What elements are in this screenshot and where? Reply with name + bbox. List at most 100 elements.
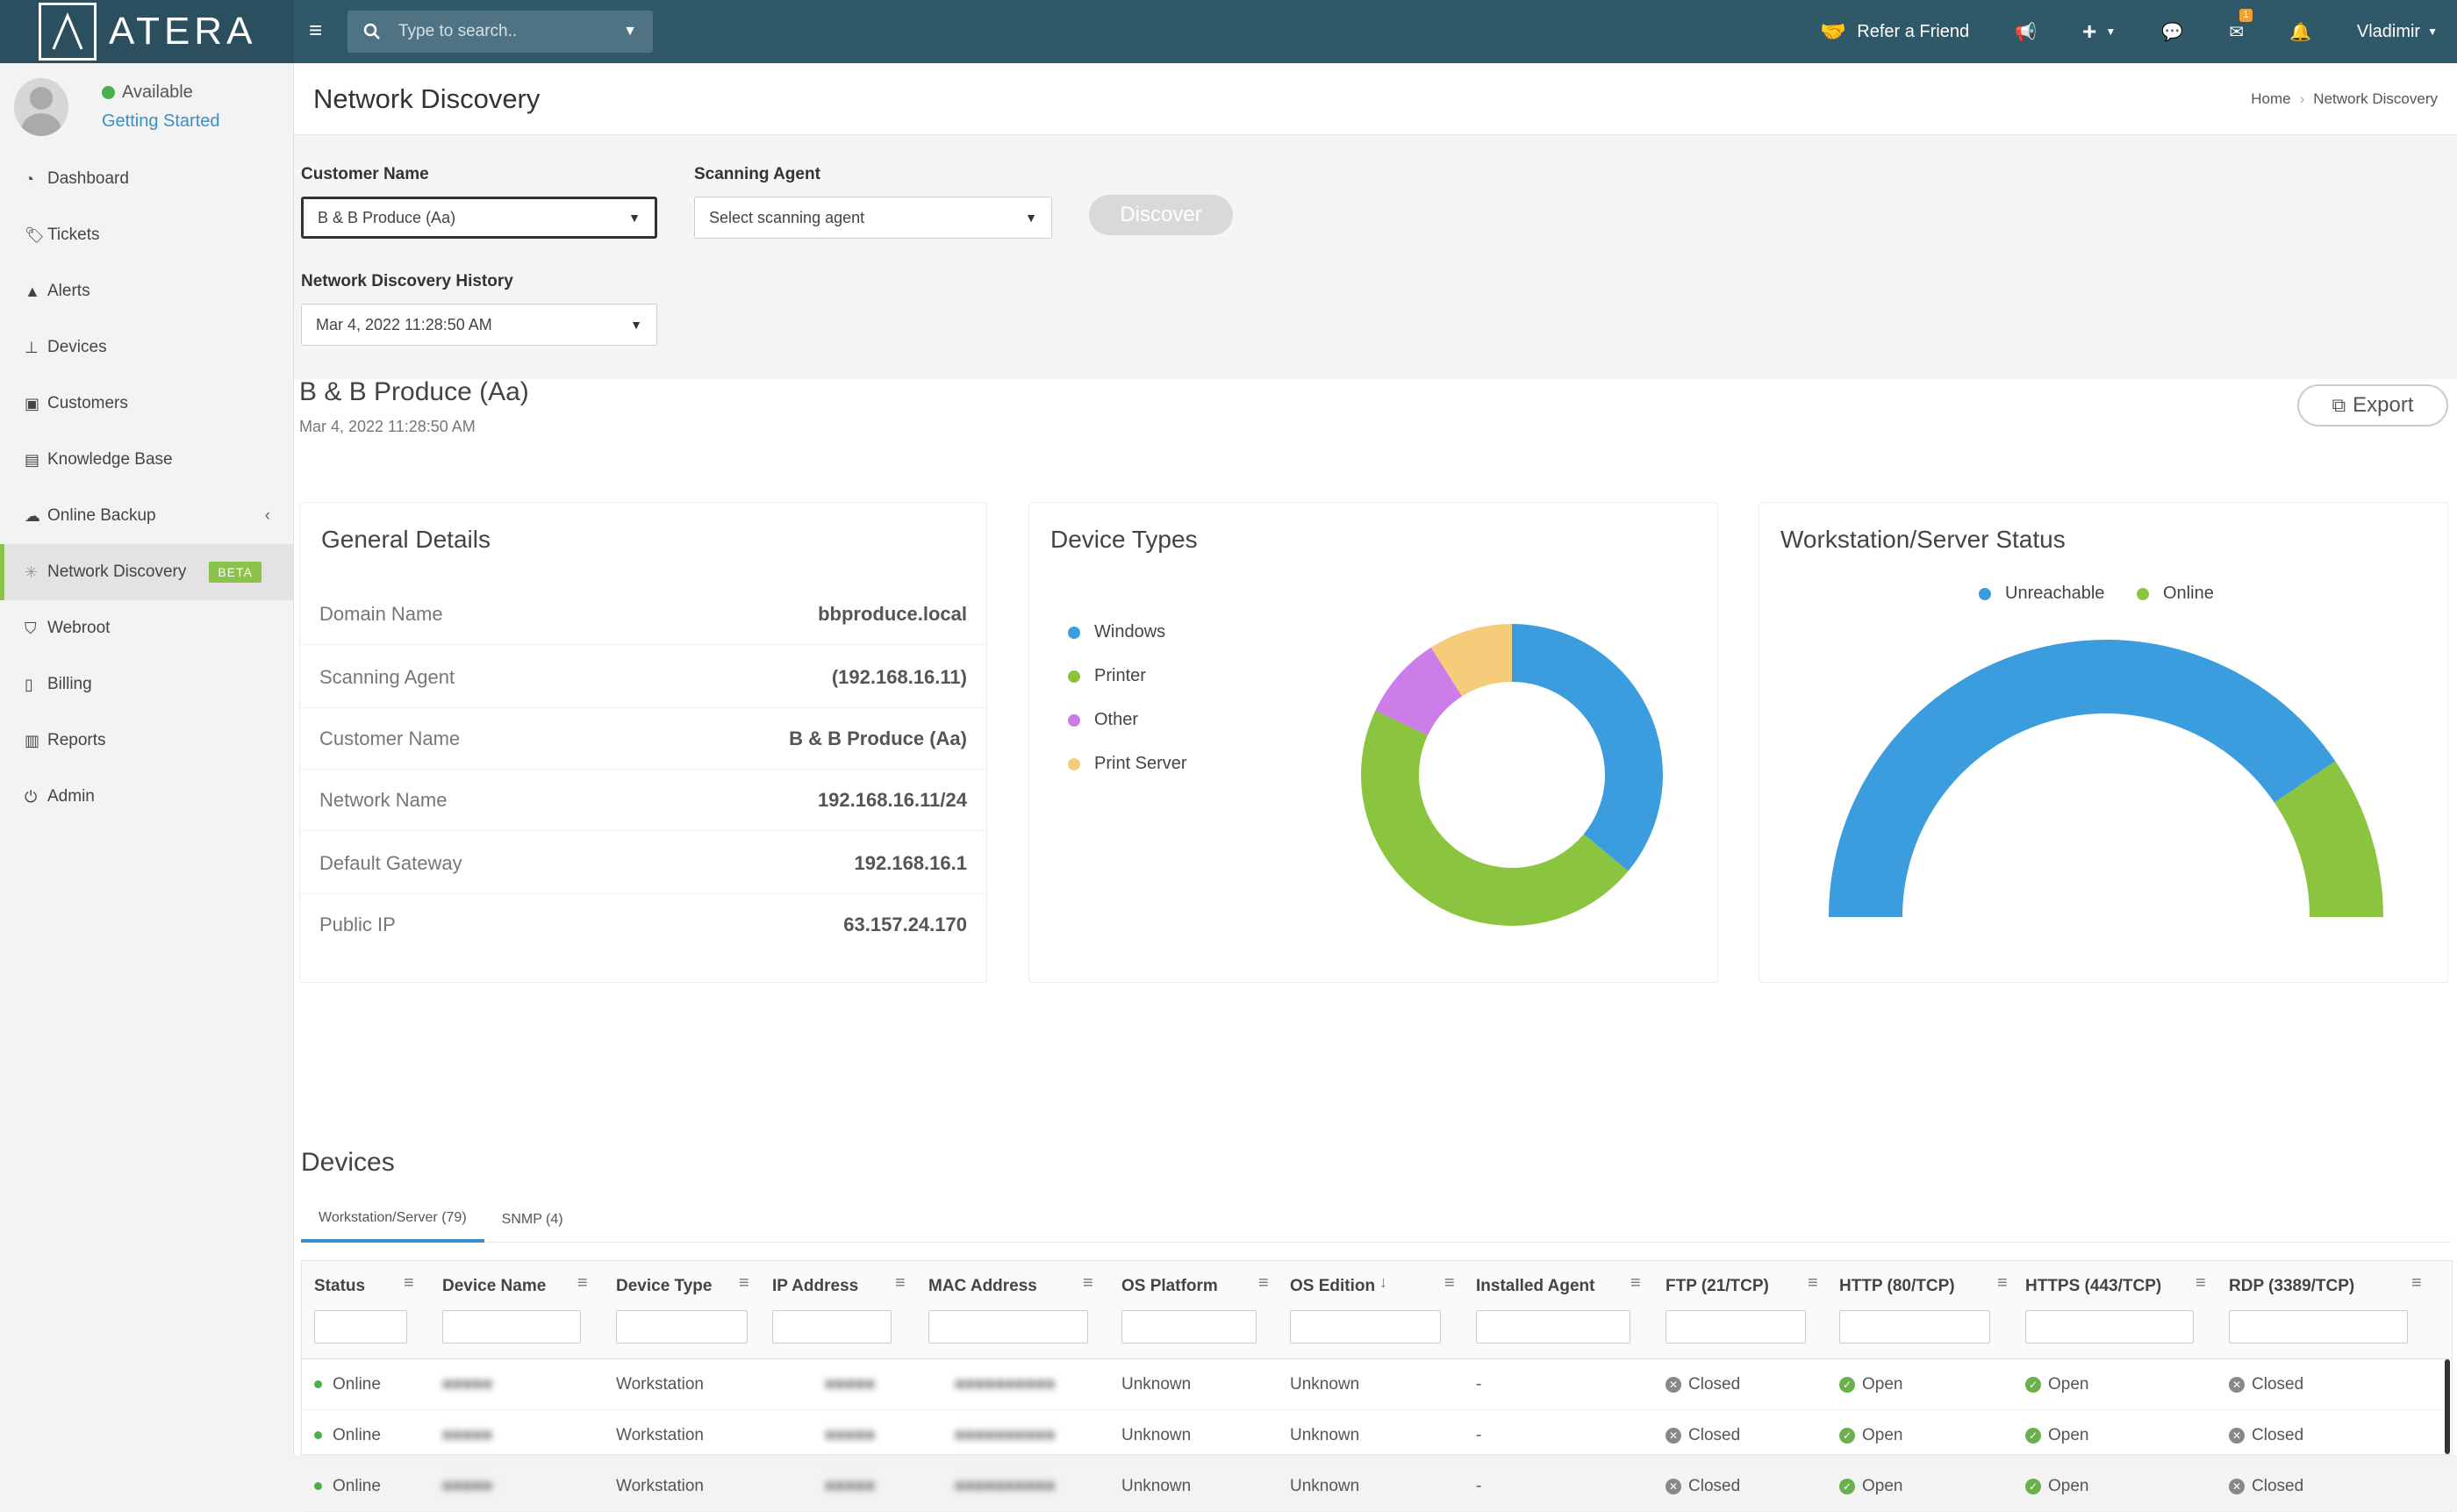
- search-input[interactable]: [398, 22, 609, 41]
- refer-a-friend-link[interactable]: 🤝 Refer a Friend: [1820, 19, 1969, 45]
- column-menu-icon[interactable]: ≡: [1630, 1273, 1641, 1293]
- column-header-status[interactable]: Status: [314, 1277, 365, 1296]
- column-filter-device-type[interactable]: [616, 1310, 748, 1344]
- legend-item-windows[interactable]: Windows: [1068, 622, 1165, 642]
- breadcrumb-home[interactable]: Home: [2251, 90, 2290, 107]
- sort-desc-icon[interactable]: ↓: [1379, 1273, 1387, 1292]
- column-header-mac-address[interactable]: MAC Address: [928, 1277, 1037, 1296]
- column-filter-status[interactable]: [314, 1310, 407, 1344]
- table-row[interactable]: Online ■■■■■ Workstation ■■■■■ ■■■■■■■■■■ Unk…: [302, 1461, 2452, 1512]
- discover-button[interactable]: Discover: [1089, 195, 1233, 235]
- donut-slice-printer[interactable]: [1361, 710, 1629, 926]
- search-box[interactable]: ▼: [347, 11, 653, 53]
- getting-started-link[interactable]: Getting Started: [102, 111, 220, 132]
- column-filter-ftp-21-tcp[interactable]: [1665, 1310, 1806, 1344]
- column-header-installed-agent[interactable]: Installed Agent: [1476, 1277, 1594, 1296]
- column-menu-icon[interactable]: ≡: [1083, 1273, 1093, 1293]
- column-menu-icon[interactable]: ≡: [1808, 1273, 1818, 1293]
- user-menu[interactable]: Vladimir ▼: [2357, 22, 2438, 42]
- atera-logo[interactable]: ATERA: [0, 0, 294, 63]
- column-filter-os-edition[interactable]: [1290, 1310, 1441, 1344]
- scanning-agent-select[interactable]: Select scanning agent ▼: [694, 197, 1052, 239]
- table-row[interactable]: Online ■■■■■ Workstation ■■■■■ ■■■■■■■■■■ Unk…: [302, 1410, 2452, 1461]
- column-menu-icon[interactable]: ≡: [895, 1273, 906, 1293]
- sidebar-item-dashboard[interactable]: ◔ Dashboard: [0, 151, 293, 207]
- column-menu-icon[interactable]: ≡: [1997, 1273, 2008, 1293]
- table-cell: Unknown: [1290, 1375, 1360, 1394]
- column-menu-icon[interactable]: ≡: [739, 1273, 749, 1293]
- menu-toggle-icon[interactable]: ≡: [309, 18, 332, 41]
- sidebar-item-webroot[interactable]: ⛉ Webroot: [0, 600, 293, 656]
- chevron-down-icon: ▼: [2427, 25, 2438, 38]
- sidebar-item-devices[interactable]: ⊥ Devices: [0, 319, 293, 376]
- search-dropdown-icon[interactable]: ▼: [623, 24, 637, 39]
- column-header-ftp-21-tcp[interactable]: FTP (21/TCP): [1665, 1277, 1769, 1296]
- column-menu-icon[interactable]: ≡: [404, 1273, 414, 1293]
- column-menu-icon[interactable]: ≡: [2411, 1273, 2422, 1293]
- legend-item-unreachable[interactable]: Unreachable: [1979, 584, 2104, 604]
- chevron-down-icon: ▼: [2105, 25, 2117, 38]
- export-button[interactable]: ⧉ Export: [2297, 384, 2448, 426]
- column-header-os-edition[interactable]: OS Edition: [1290, 1277, 1375, 1296]
- column-menu-icon[interactable]: ≡: [2196, 1273, 2206, 1293]
- sidebar-item-online-backup[interactable]: ☁ Online Backup ‹: [0, 488, 293, 544]
- column-header-os-platform[interactable]: OS Platform: [1121, 1277, 1218, 1296]
- avatar[interactable]: [14, 78, 68, 136]
- column-menu-icon[interactable]: ≡: [1258, 1273, 1269, 1293]
- column-filter-device-name[interactable]: [442, 1310, 581, 1344]
- sidebar-item-customers[interactable]: ▣ Customers: [0, 376, 293, 432]
- column-filter-installed-agent[interactable]: [1476, 1310, 1630, 1344]
- column-menu-icon[interactable]: ≡: [577, 1273, 588, 1293]
- sidebar-item-billing[interactable]: ▯ Billing: [0, 656, 293, 713]
- sidebar-item-reports[interactable]: ▥ Reports: [0, 713, 293, 769]
- sidebar-item-alerts[interactable]: ▲ Alerts: [0, 263, 293, 319]
- column-filter-https-443-tcp[interactable]: [2025, 1310, 2194, 1344]
- legend-item-other[interactable]: Other: [1068, 710, 1138, 730]
- sidebar-item-label: Admin: [47, 787, 95, 806]
- column-header-http-80-tcp[interactable]: HTTP (80/TCP): [1839, 1277, 1955, 1296]
- legend-item-printer[interactable]: Printer: [1068, 666, 1146, 686]
- column-header-rdp-3389-tcp[interactable]: RDP (3389/TCP): [2229, 1277, 2354, 1296]
- history-select[interactable]: Mar 4, 2022 11:28:50 AM ▼: [301, 304, 657, 346]
- column-filter-rdp-3389-tcp[interactable]: [2229, 1310, 2408, 1344]
- add-new-button[interactable]: + ▼: [2082, 18, 2116, 46]
- x-circle-icon: ✕: [1665, 1478, 1681, 1494]
- availability-status[interactable]: Available: [122, 82, 193, 102]
- legend-label: Other: [1094, 710, 1139, 729]
- column-filter-http-80-tcp[interactable]: [1839, 1310, 1990, 1344]
- column-header-device-type[interactable]: Device Type: [616, 1277, 712, 1296]
- table-cell: ✕ Closed: [2229, 1426, 2303, 1445]
- grid-scrollbar[interactable]: [2445, 1359, 2450, 1454]
- sidebar-item-label: Alerts: [47, 282, 90, 300]
- mail-badge: 1: [2239, 8, 2253, 22]
- table-cell: ✕ Closed: [1665, 1375, 1740, 1394]
- legend-item-online[interactable]: Online: [2137, 584, 2214, 604]
- legend-dot: [2137, 587, 2149, 600]
- column-header-device-name[interactable]: Device Name: [442, 1277, 546, 1296]
- page-title: Network Discovery: [313, 82, 541, 114]
- announcement-button[interactable]: 📢: [2015, 21, 2037, 43]
- tab-workstation-server[interactable]: Workstation/Server (79): [301, 1197, 484, 1243]
- column-filter-ip-address[interactable]: [772, 1310, 892, 1344]
- book-icon: ▤: [25, 450, 40, 469]
- column-filter-os-platform[interactable]: [1121, 1310, 1257, 1344]
- column-header-ip-address[interactable]: IP Address: [772, 1277, 858, 1296]
- sidebar-item-knowledge-base[interactable]: ▤ Knowledge Base: [0, 432, 293, 488]
- chat-button[interactable]: 💬: [2161, 21, 2183, 43]
- column-menu-icon[interactable]: ≡: [1444, 1273, 1455, 1293]
- notifications-button[interactable]: 🔔: [2289, 21, 2311, 43]
- customer-name-select[interactable]: B & B Produce (Aa) ▼: [301, 197, 657, 239]
- column-filter-mac-address[interactable]: [928, 1310, 1088, 1344]
- cloud-icon: ☁: [25, 506, 40, 525]
- column-header-https-443-tcp[interactable]: HTTPS (443/TCP): [2025, 1277, 2161, 1296]
- sidebar-item-network-discovery[interactable]: ✳ Network Discovery BETA: [0, 544, 293, 600]
- sidebar-item-tickets[interactable]: 🏷 Tickets: [0, 207, 293, 263]
- sidebar-item-admin[interactable]: ⏻ Admin: [0, 769, 293, 825]
- donut-slice-windows[interactable]: [1512, 624, 1663, 871]
- tab-snmp[interactable]: SNMP (4): [484, 1197, 581, 1243]
- sidebar-item-label: Devices: [47, 338, 107, 356]
- gauge-segment-unreachable[interactable]: [1829, 639, 2336, 917]
- legend-item-print-server[interactable]: Print Server: [1068, 754, 1187, 774]
- messages-button[interactable]: ✉ 1: [2229, 8, 2253, 43]
- table-row[interactable]: Online ■■■■■ Workstation ■■■■■ ■■■■■■■■■■ Unk…: [302, 1359, 2452, 1410]
